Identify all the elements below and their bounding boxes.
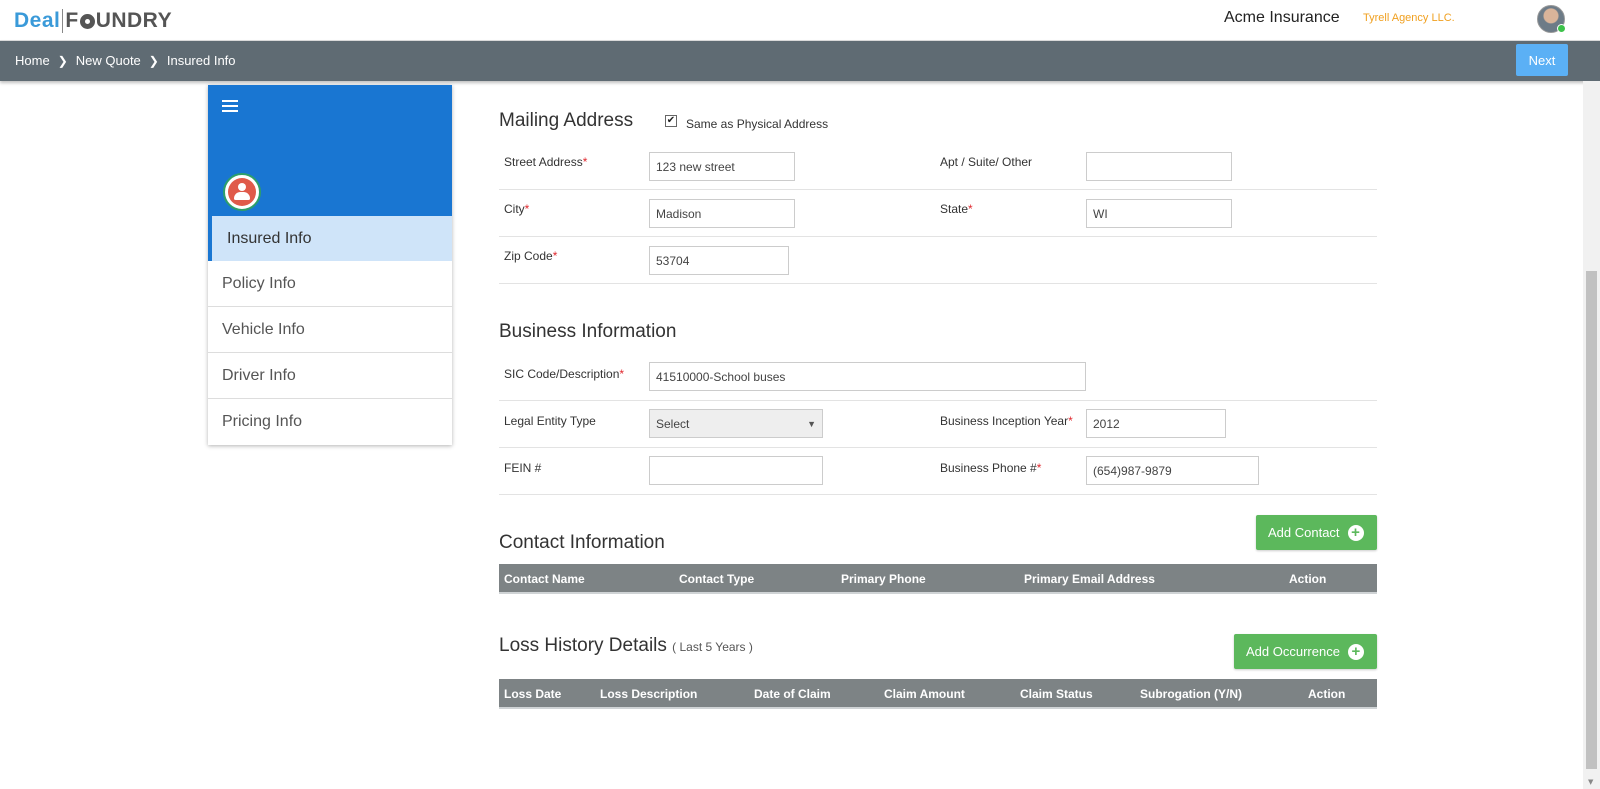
logo-foundry-text: F UNDRY [65,9,172,33]
sidebar-item-insured-info[interactable]: Insured Info [208,216,452,261]
legal-entity-select[interactable]: Select ▼ [649,409,823,438]
col-action: Action [1289,572,1327,586]
next-button[interactable]: Next [1516,44,1568,76]
business-phone-label: Business Phone #* [940,461,1042,475]
online-status-icon [1557,24,1566,33]
contact-table-header: Contact Name Contact Type Primary Phone … [499,564,1377,594]
legal-entity-label: Legal Entity Type [504,414,596,428]
breadcrumb-new-quote[interactable]: New Quote [76,53,141,68]
sidebar-item-pricing-info[interactable]: Pricing Info [208,399,452,445]
step-sidebar: Insured Info Policy Info Vehicle Info Dr… [208,85,452,445]
add-occurrence-button[interactable]: Add Occurrence + [1234,634,1377,669]
loss-history-title: Loss History Details ( Last 5 Years ) [499,635,753,656]
logo-divider [62,9,64,33]
col-contact-type: Contact Type [679,572,755,586]
agency-name: Tyrell Agency LLC. [1363,12,1455,24]
sidebar-item-label: Policy Info [222,274,296,292]
plus-circle-icon: + [1347,643,1364,660]
logo-foundry-f: F [65,9,79,32]
add-occurrence-label: Add Occurrence [1246,644,1340,659]
contact-information-title: Contact Information [499,532,665,553]
legal-entity-selected-value: Select [656,416,690,431]
business-phone-input[interactable]: (654)987-9879 [1086,456,1259,485]
col-action: Action [1308,687,1346,701]
inception-year-label: Business Inception Year* [940,414,1073,428]
logo-foundry-rest: UNDRY [95,9,173,32]
col-subrogation: Subrogation (Y/N) [1140,687,1242,701]
page-scrollbar[interactable]: ▼ [1583,81,1600,789]
state-label: State* [940,202,973,216]
chevron-right-icon: ❯ [57,53,68,68]
breadcrumb-home[interactable]: Home [15,53,50,68]
form-row-city [499,190,1377,237]
col-primary-phone: Primary Phone [841,572,926,586]
sidebar-item-vehicle-info[interactable]: Vehicle Info [208,307,452,353]
sic-code-input[interactable]: 41510000-School buses [649,362,1086,391]
sidebar-header [208,85,452,216]
loss-table-header: Loss Date Loss Description Date of Claim… [499,679,1377,709]
breadcrumb-bar: Home ❯ New Quote ❯ Insured Info Next [0,41,1600,81]
col-claim-amount: Claim Amount [884,687,965,701]
sidebar-item-policy-info[interactable]: Policy Info [208,261,452,307]
add-contact-label: Add Contact [1268,525,1340,540]
city-input[interactable]: Madison [649,199,795,228]
apt-suite-input[interactable] [1086,152,1232,181]
form-row-street [499,143,1377,190]
sidebar-item-label: Pricing Info [222,413,303,430]
same-as-physical-checkbox[interactable]: ✔ [665,115,677,127]
street-address-input[interactable]: 123 new street [649,152,795,181]
scrollbar-thumb[interactable] [1586,271,1597,769]
fein-label: FEIN # [504,461,542,475]
add-contact-button[interactable]: Add Contact + [1256,515,1377,550]
same-as-physical-label: Same as Physical Address [686,117,829,131]
gear-icon [79,13,95,29]
fein-input[interactable] [649,456,823,485]
breadcrumb-insured-info: Insured Info [166,53,236,68]
sidebar-item-label: Driver Info [222,366,296,384]
logo-deal-text: Deal [14,9,61,32]
top-bar: Deal F UNDRY Acme Insurance Tyrell Agenc… [0,0,1600,41]
col-contact-name: Contact Name [504,572,585,586]
street-address-label: Street Address* [504,155,588,169]
group-users-icon [223,173,261,211]
user-avatar[interactable] [1537,5,1566,33]
col-loss-date: Loss Date [504,687,562,701]
sidebar-item-label: Vehicle Info [222,320,305,338]
dropdown-caret-icon: ▼ [807,418,816,429]
breadcrumb: Home ❯ New Quote ❯ Insured Info [15,53,236,68]
col-date-of-claim: Date of Claim [754,687,831,701]
sidebar-item-label: Insured Info [227,229,312,247]
inception-year-input[interactable]: 2012 [1086,409,1226,438]
zip-code-label: Zip Code* [504,249,558,263]
app-logo[interactable]: Deal F UNDRY [14,9,172,33]
apt-suite-label: Apt / Suite/ Other [940,155,1033,169]
scroll-down-arrow-icon[interactable]: ▼ [1588,778,1593,786]
col-claim-status: Claim Status [1020,687,1093,701]
sic-code-label: SIC Code/Description* [504,367,625,381]
plus-circle-icon: + [1347,524,1364,541]
state-input[interactable]: WI [1086,199,1232,228]
col-loss-description: Loss Description [600,687,698,701]
hamburger-icon[interactable] [222,100,238,112]
sidebar-menu: Insured Info Policy Info Vehicle Info Dr… [208,216,452,445]
form-row-zip [499,237,1377,284]
loss-history-subtitle: ( Last 5 Years ) [672,640,753,654]
mailing-address-title: Mailing Address [499,110,634,131]
chevron-right-icon: ❯ [148,53,159,68]
zip-code-input[interactable]: 53704 [649,246,789,275]
business-information-title: Business Information [499,321,677,342]
city-label: City* [504,202,530,216]
sidebar-item-driver-info[interactable]: Driver Info [208,353,452,399]
company-name: Acme Insurance [1224,9,1340,26]
form-row-entity [499,401,1377,448]
col-primary-email: Primary Email Address [1024,572,1155,586]
